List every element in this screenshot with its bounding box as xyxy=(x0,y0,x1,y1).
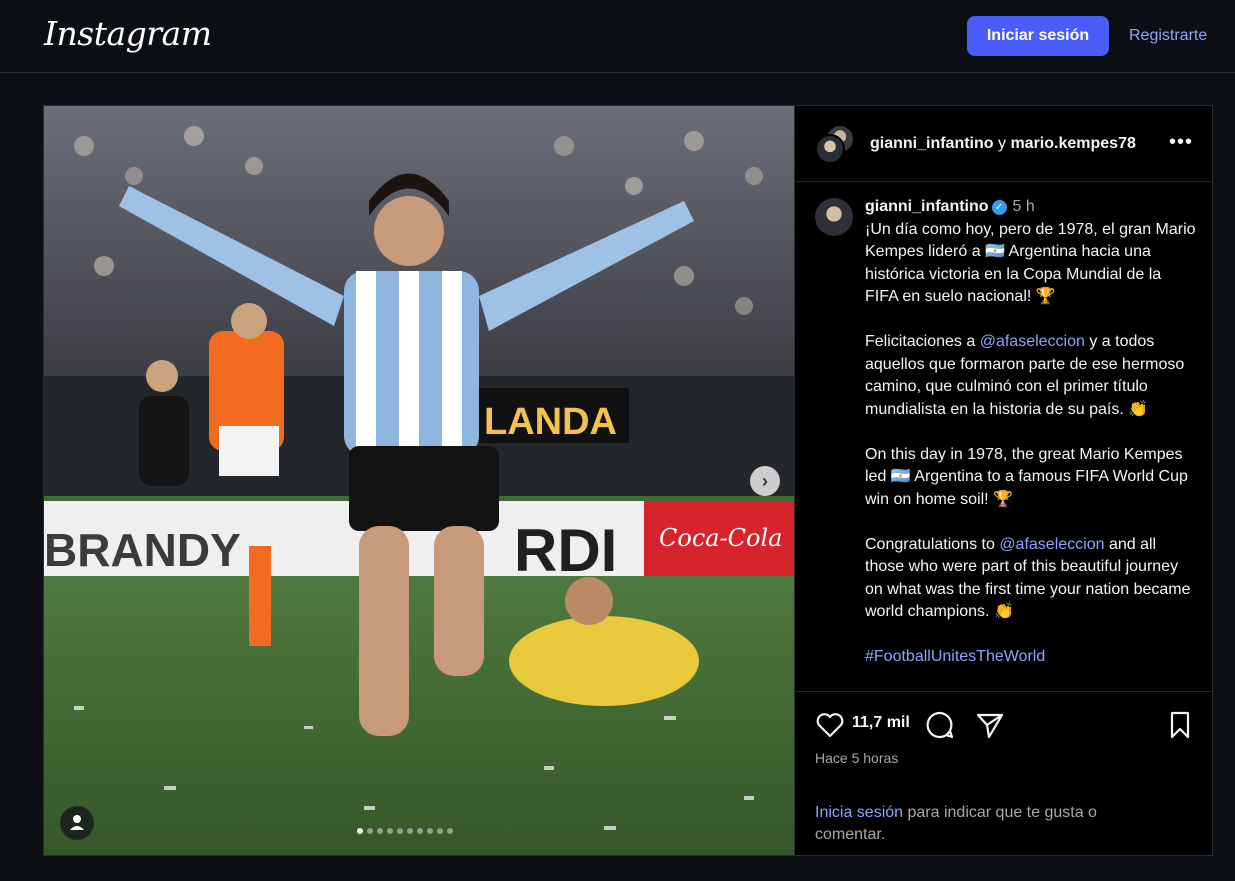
carousel-dot xyxy=(377,828,383,834)
tagged-users-button[interactable] xyxy=(60,806,94,840)
register-link[interactable]: Registrarte xyxy=(1129,27,1207,45)
carousel-dot xyxy=(427,828,433,834)
post-header: gianni_infantino y mario.kempes78 ••• xyxy=(795,106,1213,182)
caption-paragraph-1: ¡Un día como hoy, pero de 1978, el gran … xyxy=(865,220,1196,306)
caption-text: gianni_infantino ✓ 5 h ¡Un día como hoy, p… xyxy=(865,196,1197,669)
login-prompt: Inicia sesión para indicar que te gusta … xyxy=(815,802,1155,846)
comment-icon[interactable] xyxy=(925,710,955,740)
like-count[interactable]: 11,7 mil xyxy=(852,714,910,732)
caption-paragraph-2: Felicitaciones a @afaseleccion y a todos… xyxy=(865,331,1197,421)
post-photo: LANDA BRANDY RDI Coca-Cola xyxy=(44,106,794,855)
caption-username[interactable]: gianni_infantino xyxy=(865,198,989,215)
post-authors: gianni_infantino y mario.kempes78 xyxy=(870,135,1136,153)
author-link-1[interactable]: gianni_infantino xyxy=(870,135,994,152)
carousel-indicator xyxy=(357,828,453,836)
carousel-next-button[interactable]: › xyxy=(750,466,780,496)
mention-link[interactable]: @afaseleccion xyxy=(999,536,1104,553)
bookmark-icon[interactable] xyxy=(1165,710,1195,740)
posted-ago: Hace 5 horas xyxy=(815,750,899,766)
post-sidebar: gianni_infantino y mario.kempes78 ••• gi… xyxy=(794,106,1213,855)
carousel-dot xyxy=(367,828,373,834)
user-icon xyxy=(70,815,84,830)
carousel-dot xyxy=(417,828,423,834)
mention-link[interactable]: @afaseleccion xyxy=(980,333,1085,350)
carousel-dot xyxy=(437,828,443,834)
top-bar: Instagram Iniciar sesión Registrarte xyxy=(0,0,1235,73)
verified-icon: ✓ xyxy=(991,200,1007,215)
scoreboard-text: LANDA xyxy=(484,401,617,443)
post-actions: 11,7 mil Hace 5 horas Inicia sesión para… xyxy=(795,691,1213,855)
author-link-2[interactable]: mario.kempes78 xyxy=(1010,135,1135,152)
login-button[interactable]: Iniciar sesión xyxy=(967,16,1109,56)
caption-text-fragment: Felicitaciones a xyxy=(865,333,980,350)
banner-mid: RDI xyxy=(514,517,617,584)
hashtag-link[interactable]: #FootballUnitesTheWorld xyxy=(865,646,1197,669)
post-container: LANDA BRANDY RDI Coca-Cola › gianni_infa… xyxy=(43,105,1213,856)
avatar xyxy=(815,134,845,164)
caption-text-fragment: Congratulations to xyxy=(865,535,1000,553)
post-media[interactable]: LANDA BRANDY RDI Coca-Cola › xyxy=(44,106,794,855)
caption-paragraph-4: Congratulations to @afaseleccion and all… xyxy=(865,534,1197,624)
avatar-pair[interactable] xyxy=(815,124,855,164)
post-time: 5 h xyxy=(1012,198,1035,215)
heart-icon[interactable] xyxy=(815,710,845,740)
carousel-dot xyxy=(447,828,453,834)
carousel-dot xyxy=(357,828,363,834)
carousel-dot xyxy=(387,828,393,834)
banner-right: Coca-Cola xyxy=(659,524,782,552)
login-link[interactable]: Inicia sesión xyxy=(815,804,903,821)
carousel-dot xyxy=(397,828,403,834)
more-options-button[interactable]: ••• xyxy=(1169,131,1193,154)
send-icon[interactable] xyxy=(975,710,1005,740)
chevron-right-icon: › xyxy=(762,471,768,491)
author-conjunction: y xyxy=(998,135,1006,152)
banner-left: BRANDY xyxy=(44,524,241,576)
carousel-dot xyxy=(407,828,413,834)
post-caption: gianni_infantino ✓ 5 h ¡Un día como hoy, p… xyxy=(815,196,1205,690)
caption-avatar[interactable] xyxy=(815,198,853,236)
caption-paragraph-3: On this day in 1978, the great Mario Kem… xyxy=(865,445,1188,508)
instagram-logo[interactable]: Instagram xyxy=(44,14,212,53)
